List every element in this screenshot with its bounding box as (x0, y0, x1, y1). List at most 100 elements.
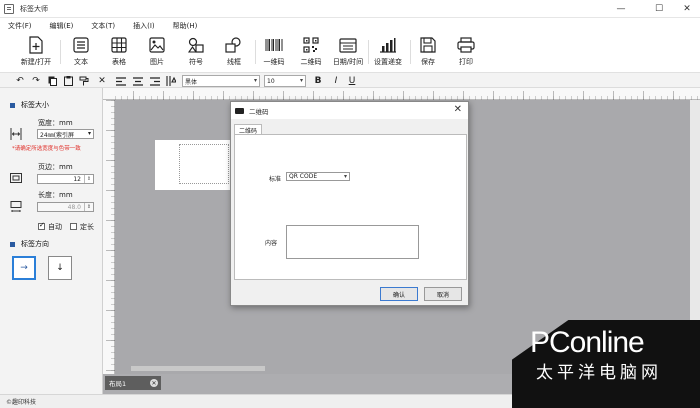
maximize-button[interactable]: ☐ (646, 0, 672, 18)
ok-button[interactable]: 确认 (380, 287, 418, 301)
chevron-down-icon: ▾ (343, 173, 347, 180)
fixed-length-label: 定长 (80, 223, 94, 231)
section-marker (10, 102, 15, 108)
save-label: 保存 (421, 58, 435, 66)
underline-button[interactable]: U (346, 75, 358, 87)
menu-file[interactable]: 文件(F) (8, 21, 32, 31)
cancel-button[interactable]: 取消 (424, 287, 462, 301)
undo-icon[interactable]: ↶ (14, 75, 26, 87)
increment-settings-label: 设置递变 (374, 58, 402, 66)
dialog-close-button[interactable]: ✕ (454, 104, 462, 115)
auto-checkbox[interactable] (38, 221, 45, 230)
increment-settings-button[interactable]: 设置递变 (368, 36, 408, 67)
table-button[interactable]: 表格 (99, 36, 139, 67)
arrow-down-icon: ↓ (56, 263, 64, 273)
label-page[interactable] (155, 140, 235, 190)
qrcode-icon (302, 36, 320, 54)
label-settings-panel: 标签大小 宽度：mm 24㎜(索引屏 ▾ *请确定所选宽度与色带一致 页边：mm… (0, 88, 103, 394)
text-label: 文本 (74, 58, 88, 66)
width-label: 宽度：mm (38, 119, 73, 127)
symbol-button[interactable]: 符号 (176, 36, 216, 67)
status-text: ©趣印科技 (6, 399, 37, 406)
format-toolbar: ↶ ↷ ✕ 黑体 ▾ 10 ▾ B I U (0, 72, 700, 88)
minimize-button[interactable]: — (608, 0, 634, 18)
image-button[interactable]: 图片 (137, 36, 177, 67)
symbol-icon (187, 36, 205, 54)
image-label: 图片 (150, 58, 164, 66)
layout-tab[interactable]: 布局1 ✕ (105, 376, 161, 390)
horizontal-scrollbar[interactable] (131, 366, 265, 371)
content-textarea[interactable] (286, 225, 419, 259)
align-right-icon[interactable] (149, 75, 161, 87)
title-bar: 标签大师 — ☐ ✕ (0, 0, 700, 18)
standard-select[interactable]: QR CODE ▾ (286, 172, 350, 181)
fixed-length-checkbox[interactable] (70, 223, 77, 230)
line-frame-label: 线框 (227, 58, 241, 66)
print-button[interactable]: 打印 (446, 36, 486, 67)
menu-text[interactable]: 文本(T) (91, 21, 115, 31)
printable-area (179, 144, 229, 184)
new-open-button[interactable]: 新建/打开 (16, 36, 56, 67)
width-warning: *请确定所选宽度与色带一致 (12, 146, 81, 152)
close-tab-icon[interactable]: ✕ (150, 379, 158, 387)
datetime-label: 日期/时间 (332, 58, 364, 66)
length-value: 48.0 (67, 203, 81, 211)
barcode-icon (265, 36, 283, 54)
menu-insert[interactable]: 插入(I) (133, 21, 155, 31)
menu-help[interactable]: 帮助(H) (173, 21, 198, 31)
dialog-panel: 标准 QR CODE ▾ 内容 (234, 134, 467, 280)
main-toolbar: 新建/打开 文本 表格 图片 符号 线框 一维码 二维码 日期/时间 设置递变 … (0, 34, 700, 72)
save-button[interactable]: 保存 (408, 36, 448, 67)
paste-icon[interactable] (62, 75, 74, 87)
copy-icon[interactable] (46, 75, 58, 87)
font-select[interactable]: 黑体 ▾ (182, 75, 260, 87)
new-open-label: 新建/打开 (20, 58, 52, 66)
section-marker (10, 241, 15, 247)
line-frame-button[interactable]: 线框 (214, 36, 254, 67)
redo-icon[interactable]: ↷ (30, 75, 42, 87)
font-value: 黑体 (185, 78, 198, 86)
close-window-button[interactable]: ✕ (674, 0, 700, 18)
chevron-down-icon: ▾ (253, 77, 257, 84)
qrcode-button[interactable]: 二维码 (291, 36, 331, 67)
app-icon (4, 3, 14, 14)
stepper-arrows-icon: ⇕ (84, 203, 93, 211)
orientation-vertical-button[interactable]: ↓ (48, 256, 72, 280)
italic-button[interactable]: I (330, 75, 342, 87)
align-center-icon[interactable] (132, 75, 144, 87)
horizontal-ruler (103, 88, 700, 100)
orientation-horizontal-button[interactable]: → (12, 256, 36, 280)
length-label: 长度：mm (38, 191, 73, 199)
datetime-button[interactable]: 日期/时间 (328, 36, 368, 67)
bar-chart-icon (379, 36, 397, 54)
bold-button[interactable]: B (312, 75, 324, 87)
barcode-button[interactable]: 一维码 (254, 36, 294, 67)
chevron-down-icon: ▾ (87, 130, 91, 137)
symbol-label: 符号 (189, 58, 203, 66)
image-icon (148, 36, 166, 54)
calendar-icon (339, 36, 357, 54)
printer-icon (457, 36, 475, 54)
font-size-value: 10 (267, 77, 275, 85)
width-select[interactable]: 24㎜(索引屏 ▾ (37, 129, 94, 139)
font-size-select[interactable]: 10 ▾ (264, 75, 306, 87)
align-left-icon[interactable] (115, 75, 127, 87)
margin-value: 12 (73, 175, 81, 183)
auto-label: 自动 (48, 223, 62, 231)
orientation-heading: 标签方向 (10, 239, 49, 249)
print-label: 打印 (459, 58, 473, 66)
text-button[interactable]: 文本 (61, 36, 101, 67)
margin-stepper[interactable]: 12 ⇕ (37, 174, 94, 184)
delete-icon[interactable]: ✕ (96, 75, 108, 87)
menu-edit[interactable]: 编辑(E) (50, 21, 74, 31)
table-label: 表格 (112, 58, 126, 66)
table-icon (110, 36, 128, 54)
content-label: 内容 (265, 240, 278, 247)
label-size-title: 标签大小 (21, 101, 49, 109)
format-painter-icon[interactable] (78, 75, 90, 87)
stepper-arrows-icon[interactable]: ⇕ (84, 175, 93, 183)
watermark-logo: PConline (530, 326, 645, 359)
ruler-ticks (115, 88, 700, 100)
label-size-heading: 标签大小 (10, 100, 49, 110)
vertical-text-icon[interactable] (165, 75, 177, 87)
